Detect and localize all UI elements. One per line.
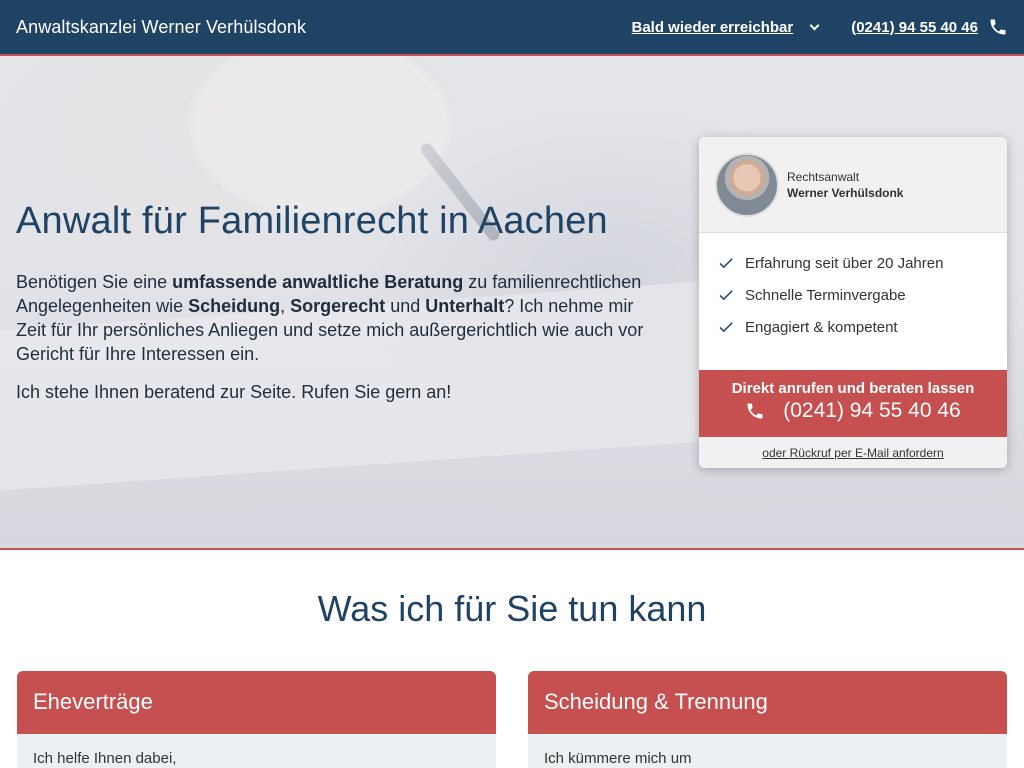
benefit-label: Schnelle Terminvergabe (745, 286, 906, 304)
benefit-label: Erfahrung seit über 20 Jahren (745, 254, 944, 272)
hero-cta-text: Ich stehe Ihnen beratend zur Seite. Rufe… (16, 382, 452, 402)
lead-text-4: und (385, 296, 426, 316)
service-card-scheidung[interactable]: Scheidung & Trennung Ich kümmere mich um (528, 671, 1007, 768)
lead-bold-2: Scheidung (188, 296, 281, 316)
list-item: Engagiert & kompetent (717, 311, 989, 343)
service-card-text: Ich helfe Ihnen dabei, (33, 750, 177, 767)
service-card-title: Scheidung & Trennung (528, 671, 1007, 734)
lead-bold-1: umfassende anwaltliche Beratung (172, 272, 464, 292)
benefit-label: Engagiert & kompetent (745, 318, 898, 336)
lead-bold-3: Sorgerecht (290, 296, 386, 316)
contact-person: Rechtsanwalt Werner Verhülsdonk (787, 170, 903, 200)
hero-title: Anwalt für Familienrecht in Aachen (16, 200, 608, 242)
list-item: Erfahrung seit über 20 Jahren (717, 247, 989, 279)
call-button-label: Direkt anrufen und beraten lassen (731, 380, 975, 397)
service-card-title: Eheverträge (17, 671, 496, 734)
callback-link[interactable]: oder Rückruf per E-Mail anfordern (699, 437, 1007, 468)
contact-card: Rechtsanwalt Werner Verhülsdonk Erfahrun… (699, 137, 1007, 468)
lead-text-3: , (280, 296, 291, 316)
availability-dropdown[interactable]: Bald wieder erreichbar (631, 19, 823, 36)
list-item: Schnelle Terminvergabe (717, 279, 989, 311)
benefit-list: Erfahrung seit über 20 Jahren Schnelle T… (699, 233, 1007, 347)
contact-name: Werner Verhülsdonk (787, 185, 904, 200)
service-card-ehevertraege[interactable]: Eheverträge Ich helfe Ihnen dabei, (17, 671, 496, 768)
check-icon (719, 258, 733, 269)
call-button[interactable]: Direkt anrufen und beraten lassen (0241)… (699, 370, 1007, 437)
chevron-down-icon (807, 19, 823, 35)
avatar (715, 152, 779, 217)
check-icon (719, 290, 733, 301)
availability-label: Bald wieder erreichbar (631, 18, 794, 36)
lead-bold-4: Unterhalt (425, 296, 505, 316)
header-actions: Bald wieder erreichbar (0241) 94 55 40 4… (631, 17, 1008, 37)
phone-icon (990, 19, 1006, 35)
contact-card-header: Rechtsanwalt Werner Verhülsdonk (699, 137, 1007, 233)
call-button-phone-row: (0241) 94 55 40 46 (699, 399, 1007, 423)
header-phone-link[interactable]: (0241) 94 55 40 46 (851, 17, 1008, 37)
hero-background-hand (190, 56, 450, 216)
site-header: Anwaltskanzlei Werner Verhülsdonk Bald w… (0, 0, 1024, 56)
header-phone-number: (0241) 94 55 40 46 (851, 18, 978, 36)
lead-text-1: Benötigen Sie eine (16, 272, 173, 292)
hero-section: Anwalt für Familienrecht in Aachen Benöt… (0, 56, 1024, 550)
hero-lead: Benötigen Sie eine umfassende anwaltlich… (16, 270, 666, 366)
check-icon (719, 322, 733, 333)
contact-role: Rechtsanwalt (787, 169, 860, 184)
service-card-text: Ich kümmere mich um (544, 750, 692, 767)
phone-icon (747, 403, 763, 419)
services-title: Was ich für Sie tun kann (317, 588, 707, 629)
call-button-phone-number: (0241) 94 55 40 46 (783, 399, 961, 422)
site-brand[interactable]: Anwaltskanzlei Werner Verhülsdonk (16, 17, 306, 38)
